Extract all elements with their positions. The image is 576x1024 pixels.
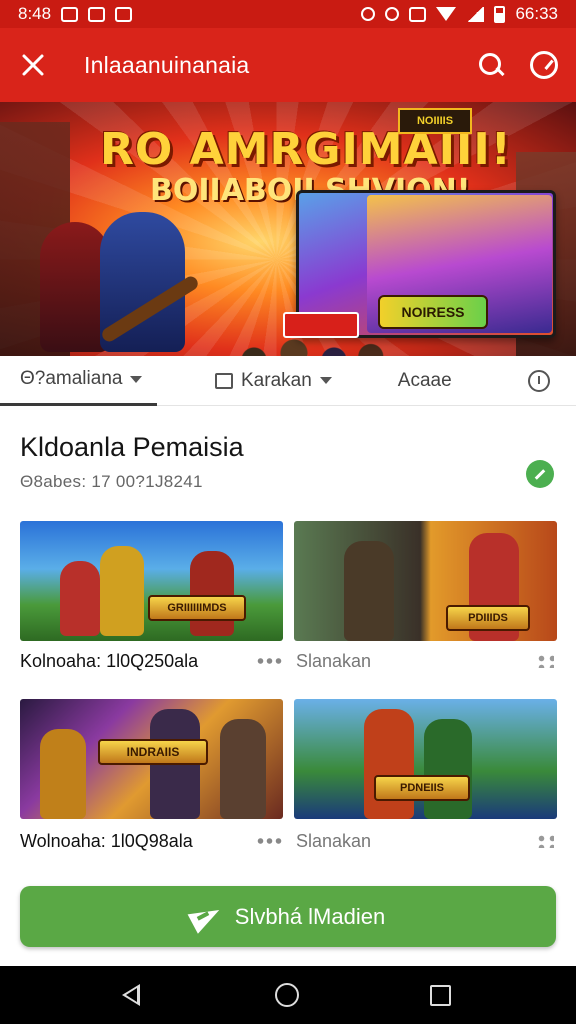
chevron-down-icon <box>130 375 143 383</box>
card-figure <box>364 709 414 819</box>
app-title: Inlaaanuinanaia <box>84 51 250 78</box>
card-figure <box>190 551 234 636</box>
card-logo: GRIIIIIIMDS <box>148 595 246 621</box>
cta-label: Slvbhá lMadien <box>234 903 386 929</box>
battery-icon <box>494 5 506 23</box>
card-figure <box>100 546 144 636</box>
tab-3[interactable]: Acaae <box>398 356 452 406</box>
notification-icon <box>88 6 106 22</box>
chat-icon <box>215 372 233 389</box>
status-right: 66:33 <box>361 4 558 24</box>
card-figure <box>344 541 394 641</box>
cta-button[interactable]: Slvbhá lMadien <box>20 886 556 947</box>
home-icon[interactable] <box>274 983 299 1007</box>
card-logo: PDIIIDS <box>446 605 530 631</box>
mute-icon <box>361 7 376 21</box>
tab-2[interactable]: Karakan <box>215 356 332 406</box>
status-left: 8:48 <box>18 4 133 24</box>
system-nav-bar <box>0 966 576 1024</box>
tab-2-label: Karakan <box>241 369 312 391</box>
game-card-image-2[interactable]: PDIIIDS <box>294 521 557 641</box>
tab-1[interactable]: Θ?amaliana <box>0 356 157 406</box>
grid-icon[interactable] <box>536 654 554 668</box>
card-logo: PDNEIIS <box>374 775 470 801</box>
check-icon[interactable] <box>526 460 554 488</box>
info-icon <box>528 369 550 392</box>
app-actions <box>478 51 576 79</box>
card-figure <box>424 719 472 819</box>
more-icon-2[interactable] <box>256 838 282 844</box>
card-logo: INDRAIIS <box>98 739 208 765</box>
card-figure <box>220 719 266 819</box>
app-bar: Inlaaanuinanaia <box>0 28 576 102</box>
grid-icon-2[interactable] <box>536 834 554 848</box>
card-figure <box>60 561 100 636</box>
more-icon[interactable] <box>256 658 282 664</box>
section-subtitle: Θ8abes: 17 00?1J8241 <box>20 472 203 491</box>
notification-icon-3 <box>409 6 427 22</box>
card-label-4[interactable]: Slanakan <box>296 831 371 852</box>
chevron-down-icon-2 <box>319 377 332 384</box>
banner-card-logo: NOIIIIS <box>398 108 472 134</box>
game-card-image-3[interactable]: INDRAIIS <box>20 699 283 819</box>
section-title: Kldoanla Pemaisia <box>20 432 244 462</box>
card-label-3[interactable]: Wolnoaha: 1l0Q98ala <box>20 831 193 852</box>
banner-card-badge: NOIRESS <box>378 295 488 329</box>
status-bar: 8:48 66:33 <box>0 0 576 28</box>
photo-icon <box>61 6 79 22</box>
tab-bar: Θ?amaliana Karakan Acaae <box>0 356 576 406</box>
notification-icon-2 <box>115 6 133 22</box>
banner-chip <box>283 312 359 338</box>
signal-icon <box>466 6 485 22</box>
alarm-icon <box>385 7 400 21</box>
timer-icon[interactable] <box>530 51 558 79</box>
tab-3-label: Acaae <box>397 369 452 391</box>
game-card-image-1[interactable]: GRIIIIIIMDS <box>20 521 283 641</box>
search-icon[interactable] <box>478 52 504 78</box>
recents-icon[interactable] <box>429 984 451 1006</box>
close-icon <box>22 54 44 76</box>
status-time: 8:48 <box>18 4 52 23</box>
game-card-image-4[interactable]: PDNEIIS <box>294 699 557 819</box>
tab-info[interactable] <box>528 356 550 406</box>
status-clock: 66:33 <box>515 4 558 23</box>
wifi-icon <box>436 7 457 21</box>
card-label-1[interactable]: Kolnoaha: 1l0Q250ala <box>20 651 198 672</box>
tab-1-label: Θ?amaliana <box>20 368 123 389</box>
close-button[interactable] <box>0 28 66 102</box>
send-icon <box>191 904 221 930</box>
card-figure <box>40 729 86 819</box>
card-label-2[interactable]: Slanakan <box>296 651 371 672</box>
